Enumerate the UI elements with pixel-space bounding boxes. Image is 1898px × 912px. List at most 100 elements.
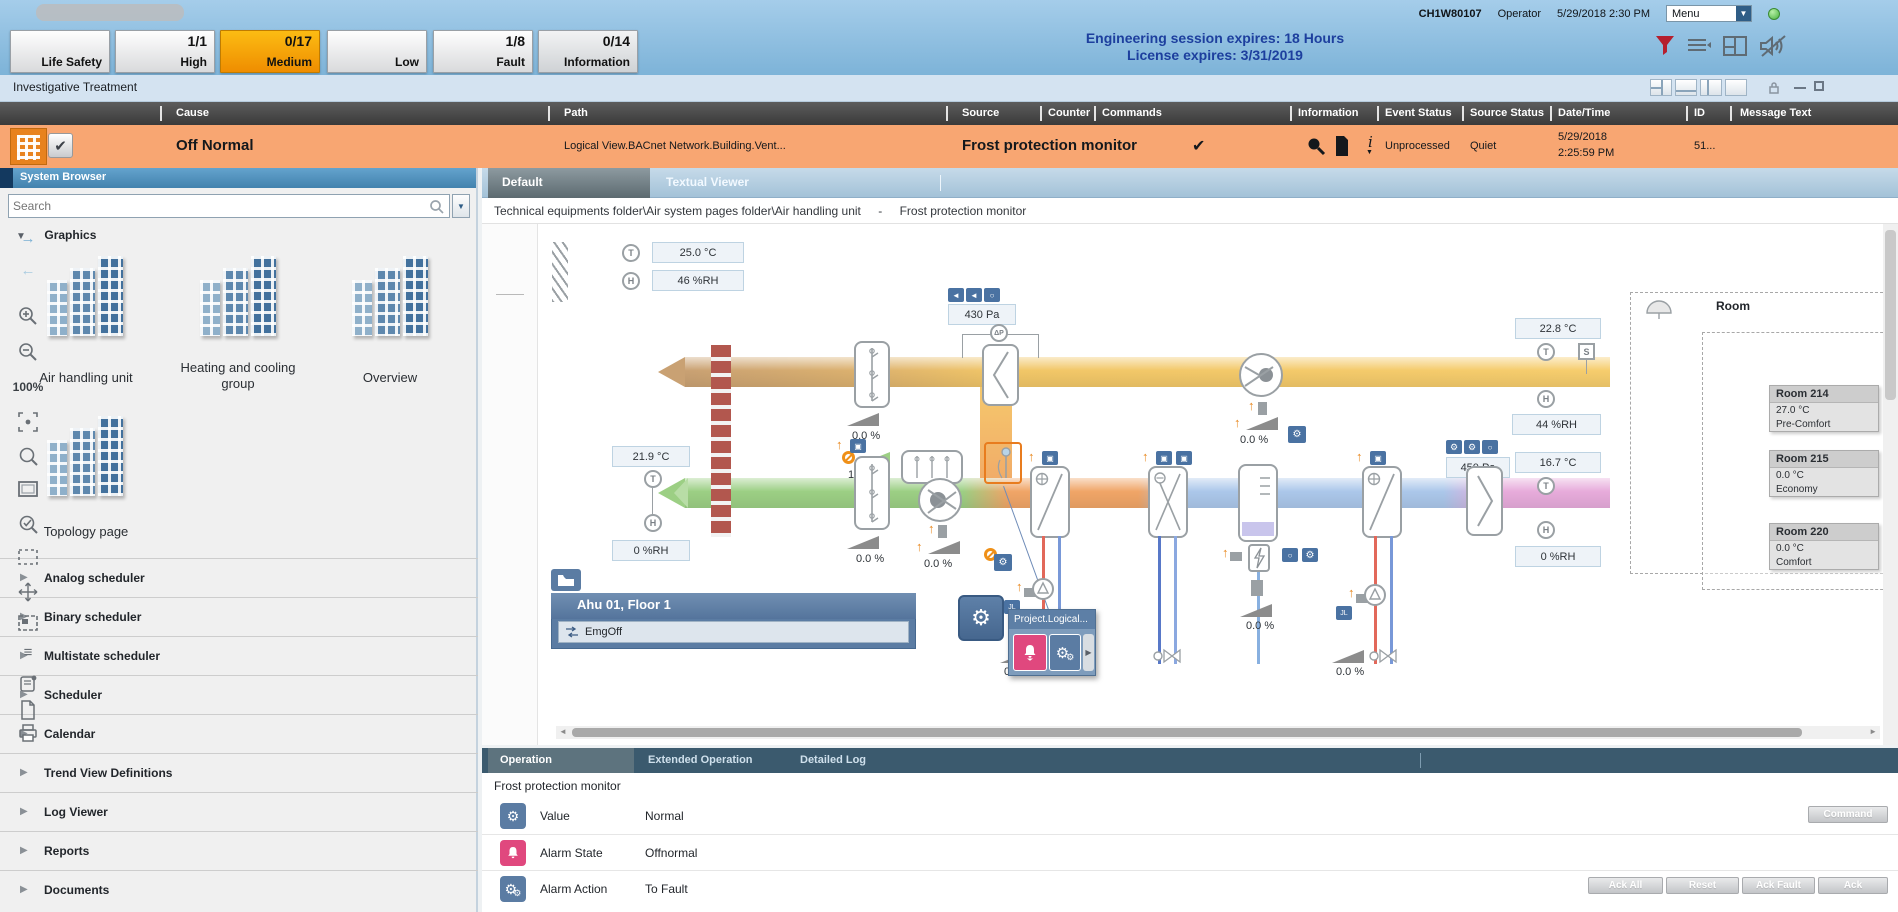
reheat-valve-value[interactable]: 0.0 % [1336,666,1364,678]
reheater-coil-icon[interactable] [1362,466,1402,538]
popup-expander[interactable]: ▶ [1083,634,1094,671]
alarm-button-high[interactable]: 1/1 High [115,30,215,73]
diagram-vertical-scrollbar[interactable] [1883,224,1898,745]
fan-status-chip[interactable]: ◄ [948,288,964,302]
three-way-valve-icon[interactable] [1152,648,1182,664]
gear-chip-icon[interactable]: ⚙ [994,554,1012,571]
zoom-level-indicator[interactable]: 100% [0,380,56,394]
heat-exchanger-icon[interactable] [1148,466,1188,538]
gear-chip-icon[interactable]: ⚙ [1288,426,1306,443]
power-chip[interactable]: ○ [984,288,1000,302]
temp-sensor-icon[interactable]: T [1537,343,1555,361]
extract-temp-value[interactable]: 22.8 °C [1515,318,1601,339]
pump-icon[interactable] [1032,578,1054,600]
property-row-alarm-action[interactable]: ⚙⚙ Alarm Action To Fault Ack All Reset A… [482,870,1898,906]
minimize-button[interactable] [1794,87,1806,89]
export-document-icon[interactable] [0,700,56,720]
reset-button[interactable]: Reset [1666,877,1739,894]
pan-tool-icon[interactable] [0,582,56,602]
event-list-icon[interactable] [1686,34,1712,58]
clipboard-icon[interactable] [0,674,56,694]
breadcrumb-target[interactable]: Frost protection monitor [900,204,1027,218]
column-event-status[interactable]: Event Status [1385,107,1452,119]
column-source-status[interactable]: Source Status [1470,107,1544,119]
supply-flap-icon[interactable] [1466,466,1503,536]
column-information[interactable]: Information [1298,107,1359,119]
function-chip-icon[interactable]: ▣ [1156,451,1172,465]
dashed-region-icon[interactable] [0,548,56,566]
tile-label-heating-cooling-group[interactable]: Heating and cooling group [168,360,308,392]
supply-fan-value[interactable]: 0.0 % [924,558,952,570]
column-id[interactable]: ID [1694,107,1705,119]
document-icon[interactable] [1334,135,1350,157]
zoom-in-icon[interactable] [0,306,56,326]
ahu-mode-field[interactable]: EmgOff [558,621,909,643]
supply-temp-value[interactable]: 16.7 °C [1515,452,1601,473]
preheater-coil-icon[interactable] [1030,466,1070,538]
humidity-sensor-icon[interactable]: H [1537,390,1555,408]
temp-sensor-icon[interactable]: T [644,470,662,488]
electric-steam-icon[interactable] [1248,544,1270,572]
humidity-sensor-icon[interactable]: H [622,272,640,290]
breadcrumb-path[interactable]: Technical equipments folder\Air system p… [494,204,861,218]
function-chip-icon[interactable]: ▣ [1042,451,1058,465]
commands-gear-button[interactable]: ⚙⚙ [1049,634,1081,671]
sidebar-item-trend-view-definitions[interactable]: ▶ Trend View Definitions [0,753,478,792]
alarm-bell-button[interactable] [1013,634,1047,671]
property-row-alarm-state[interactable]: Alarm State Offnormal [482,834,1898,870]
layout-preset-2-button[interactable] [1675,79,1697,96]
layout-preset-3-button[interactable] [1700,79,1722,96]
alarm-button-low[interactable]: Low [327,30,427,73]
column-message-text[interactable]: Message Text [1740,107,1811,119]
room-card-215[interactable]: Room 215 0.0 °C Economy [1769,450,1879,497]
sidebar-item-reports[interactable]: ▶ Reports [0,831,478,870]
selection-rectangle-icon[interactable] [0,480,56,498]
fit-view-icon[interactable] [0,412,56,432]
exhaust-damper-icon[interactable] [854,341,890,408]
column-commands[interactable]: Commands [1102,107,1162,119]
intake-rh-value[interactable]: 0 %RH [612,540,690,561]
sidebar-item-binary-scheduler[interactable]: ▶ Binary scheduler [0,597,478,636]
tile-air-handling-unit[interactable] [47,256,123,340]
gear-chip-icon[interactable]: ⚙ [1464,440,1480,454]
column-cause[interactable]: Cause [176,107,209,119]
humidity-sensor-icon[interactable]: H [1537,521,1555,539]
tile-heating-cooling-group[interactable] [200,256,276,340]
fan-status-chip[interactable]: ◄ [966,288,982,302]
command-check-icon[interactable]: ✔ [1192,136,1205,156]
restore-button[interactable] [1814,81,1824,91]
extract-rh-value[interactable]: 44 %RH [1512,414,1601,435]
extract-fan-value[interactable]: 0.0 % [1240,434,1268,446]
sidebar-item-multistate-scheduler[interactable]: ▶ Multistate scheduler [0,636,478,675]
alarm-button-medium[interactable]: 0/17 Medium [220,30,320,73]
outside-rh-value[interactable]: 46 %RH [652,270,744,291]
gear-chip-icon[interactable]: ⚙ [1446,440,1462,454]
intake-temp-value[interactable]: 21.9 °C [612,446,690,467]
column-counter[interactable]: Counter [1048,107,1090,119]
supply-rh-value[interactable]: 0 %RH [1515,546,1601,567]
command-button[interactable]: Command [1808,806,1888,823]
folder-chip-icon[interactable] [551,569,581,591]
extract-flap-icon[interactable] [982,344,1019,406]
tile-topology-page[interactable] [47,416,123,500]
mute-speaker-icon[interactable] [1758,34,1788,58]
filter-icon[interactable] [1654,34,1676,58]
extract-fan-icon[interactable] [1239,353,1283,397]
sidebar-item-analog-scheduler[interactable]: ▶ Analog scheduler [0,558,478,597]
ack-fault-button[interactable]: Ack Fault [1742,877,1815,894]
search-input[interactable] [13,197,417,215]
zoom-selection-icon[interactable] [0,514,56,534]
layout-panes-icon[interactable] [1722,34,1748,58]
sidebar-item-calendar[interactable]: ▶ Calendar [0,714,478,753]
menu-dropdown[interactable]: Menu ▼ [1666,5,1752,22]
function-chip-icon[interactable]: ▣ [850,439,866,453]
power-chip[interactable]: ○ [1282,548,1298,562]
ack-button[interactable]: Ack [1818,877,1888,894]
sidebar-item-log-viewer[interactable]: ▶ Log Viewer [0,792,478,831]
intake-damper-icon[interactable] [854,456,890,530]
layers-menu-icon[interactable]: ≡ [0,644,56,661]
setpoint-chip-icon[interactable]: S [1578,343,1595,360]
scroll-right-arrow[interactable]: ► [1869,727,1877,736]
supply-fan-icon[interactable] [918,478,962,522]
find-in-graphic-icon[interactable] [0,446,56,466]
